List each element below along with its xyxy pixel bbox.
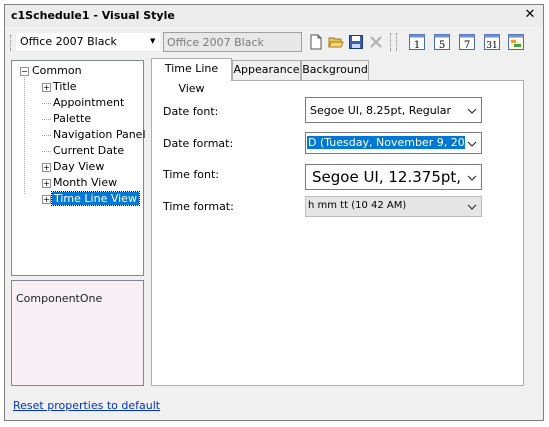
toolbar-separator	[396, 33, 399, 51]
visual-style-combo[interactable]: Office 2007 Black ▼	[16, 33, 160, 51]
tab-time-line-view[interactable]: Time Line View	[151, 58, 232, 95]
week-label: 7	[464, 40, 470, 50]
chevron-down-icon[interactable]	[467, 174, 477, 182]
one-day-label: 1	[414, 40, 420, 50]
tree-item-title[interactable]: Title	[53, 80, 77, 93]
expand-icon[interactable]: +	[42, 195, 51, 204]
tree-item-time-line-view[interactable]: Time Line View	[51, 191, 140, 206]
description-text: ComponentOne	[16, 292, 103, 305]
date-font-value: Segoe UI, 8.25pt, Regular	[310, 104, 451, 117]
toolbar: Office 2007 Black ▼ Office 2007 Black 1 …	[5, 27, 543, 57]
tree-item-current-date[interactable]: Current Date	[53, 144, 124, 157]
expand-icon[interactable]: +	[42, 163, 51, 172]
title-bar: c1Schedule1 - Visual Style ✕	[5, 5, 543, 27]
tree-line	[42, 151, 51, 152]
work-week-label: 5	[439, 40, 445, 50]
time-line-icon[interactable]	[508, 34, 524, 50]
toolbar-separator	[390, 33, 393, 51]
time-format-label: Time format:	[163, 200, 234, 213]
expand-icon[interactable]: +	[42, 179, 51, 188]
time-format-dropdown[interactable]: h mm tt (10 42 AM)	[305, 196, 482, 217]
expand-icon[interactable]: +	[42, 83, 51, 92]
tree-item-common[interactable]: Common	[32, 64, 82, 77]
tab-appearance[interactable]: Appearance	[232, 60, 301, 80]
month-icon[interactable]: 31	[484, 34, 500, 50]
one-day-icon[interactable]: 1	[409, 34, 425, 50]
description-panel: ComponentOne	[11, 280, 144, 386]
time-font-value: Segoe UI, 12.375pt,	[312, 168, 462, 186]
month-label: 31	[486, 41, 497, 50]
work-week-icon[interactable]: 5	[434, 34, 450, 50]
chevron-down-icon[interactable]	[467, 203, 477, 211]
visual-style-combo-value: Office 2007 Black	[20, 35, 117, 48]
collapse-icon[interactable]: −	[20, 67, 29, 76]
time-format-value: h mm tt (10 42 AM)	[308, 200, 407, 211]
visual-style-window: c1Schedule1 - Visual Style ✕ Office 2007…	[4, 4, 544, 421]
tree-item-month-view[interactable]: Month View	[53, 176, 117, 189]
date-format-value: D (Tuesday, November 9, 2021)	[307, 136, 465, 149]
week-icon[interactable]: 7	[459, 34, 475, 50]
toolbar-grip[interactable]	[10, 35, 13, 51]
new-icon[interactable]	[308, 34, 324, 50]
close-icon[interactable]: ✕	[523, 7, 537, 23]
chevron-down-icon[interactable]: ▼	[150, 36, 158, 46]
save-icon[interactable]	[348, 34, 364, 50]
tree-line	[42, 119, 51, 120]
style-name-field: Office 2007 Black	[163, 32, 302, 52]
open-folder-icon[interactable]	[328, 34, 344, 50]
tree-item-palette[interactable]: Palette	[53, 112, 91, 125]
tree-line	[24, 77, 25, 194]
chevron-down-icon[interactable]	[467, 107, 477, 115]
time-font-label: Time font:	[163, 168, 220, 181]
date-format-label: Date format:	[163, 137, 234, 150]
tree-line	[42, 135, 51, 136]
delete-icon[interactable]	[368, 34, 384, 50]
chevron-down-icon[interactable]	[467, 140, 477, 148]
tree-item-day-view[interactable]: Day View	[53, 160, 104, 173]
tree-line	[42, 103, 51, 104]
date-format-value-wrap: D (Tuesday, November 9, 2021)	[307, 136, 465, 149]
window-title: c1Schedule1 - Visual Style	[11, 9, 175, 22]
tree-item-appointment[interactable]: Appointment	[53, 96, 124, 109]
date-font-dropdown[interactable]: Segoe UI, 8.25pt, Regular	[305, 97, 482, 123]
time-line-view-panel: Date font: Segoe UI, 8.25pt, Regular Dat…	[151, 80, 524, 386]
date-font-label: Date font:	[163, 105, 219, 118]
tab-background[interactable]: Background	[301, 60, 369, 80]
time-font-dropdown[interactable]: Segoe UI, 12.375pt,	[305, 164, 482, 190]
reset-properties-link[interactable]: Reset properties to default	[13, 399, 160, 412]
date-format-dropdown[interactable]: D (Tuesday, November 9, 2021)	[305, 132, 482, 154]
style-name-value: Office 2007 Black	[167, 36, 264, 49]
tree-item-navigation-panel[interactable]: Navigation Panel	[53, 128, 146, 141]
property-tree[interactable]: − Common + Title Appointment Palette Nav…	[11, 60, 146, 276]
